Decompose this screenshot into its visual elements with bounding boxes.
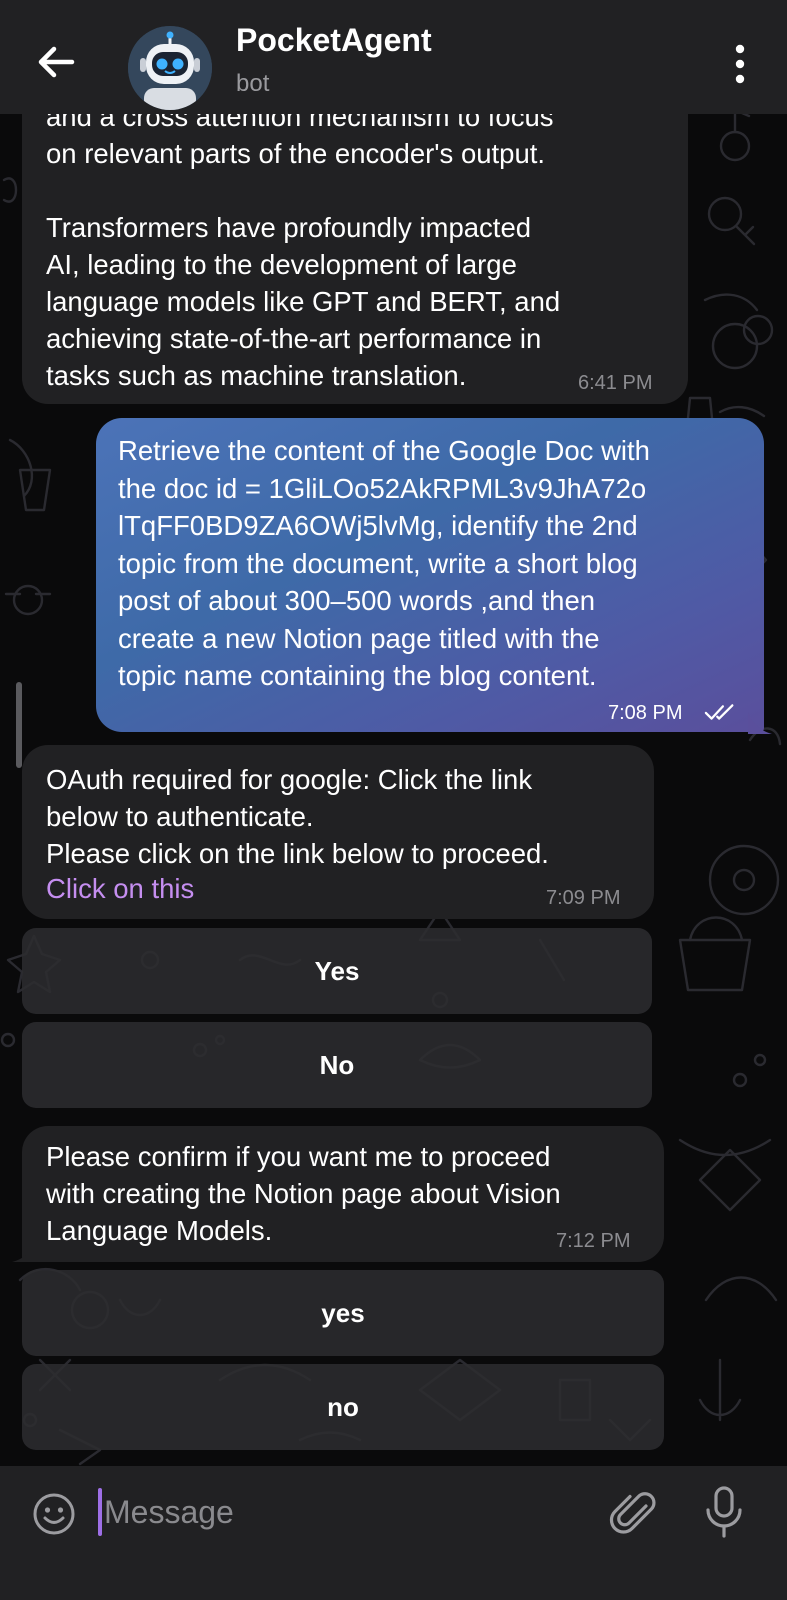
incoming-bubble-tail [12, 1240, 38, 1262]
back-arrow-icon[interactable] [28, 34, 84, 90]
message-time: 7:09 PM [546, 887, 621, 909]
inline-button-no[interactable]: no [22, 1364, 664, 1450]
message-time: 6:41 PM [578, 372, 653, 394]
message-time: 7:12 PM [556, 1230, 631, 1252]
inline-button-yes[interactable]: Yes [22, 928, 652, 1014]
inline-button-no[interactable]: No [22, 1022, 652, 1108]
scrollbar-thumb[interactable] [16, 682, 22, 768]
message-text: OAuth required for google: Click the lin… [46, 764, 549, 869]
text-cursor [98, 1488, 102, 1536]
chat-subtitle: bot [236, 70, 270, 97]
message-text: and a cross attention mechanism to focus… [46, 101, 561, 391]
bot-avatar[interactable] [128, 26, 212, 110]
incoming-message[interactable]: Please confirm if you want me to proceed… [22, 1126, 664, 1262]
double-check-icon [704, 704, 734, 720]
message-composer [0, 1466, 787, 1600]
inline-button-yes[interactable]: yes [22, 1270, 664, 1356]
oauth-link[interactable]: Click on this [46, 873, 194, 905]
smiley-icon[interactable] [30, 1490, 78, 1538]
message-text: Retrieve the content of the Google Doc w… [118, 435, 650, 691]
paperclip-icon[interactable] [606, 1486, 658, 1538]
outgoing-message[interactable]: Retrieve the content of the Google Doc w… [96, 418, 764, 732]
message-input[interactable] [104, 1484, 564, 1540]
message-time: 7:08 PM [608, 702, 683, 724]
chat-title[interactable]: PocketAgent [236, 22, 432, 59]
chat-header: PocketAgent bot [0, 0, 787, 114]
robot-avatar-icon [128, 26, 212, 110]
outgoing-bubble-tail [748, 712, 772, 734]
incoming-message[interactable]: OAuth required for google: Click the lin… [22, 745, 654, 919]
more-vertical-icon[interactable] [716, 40, 764, 88]
microphone-icon[interactable] [700, 1484, 748, 1540]
chat-screen: PocketAgent bot and a cross attention me… [0, 0, 787, 1600]
